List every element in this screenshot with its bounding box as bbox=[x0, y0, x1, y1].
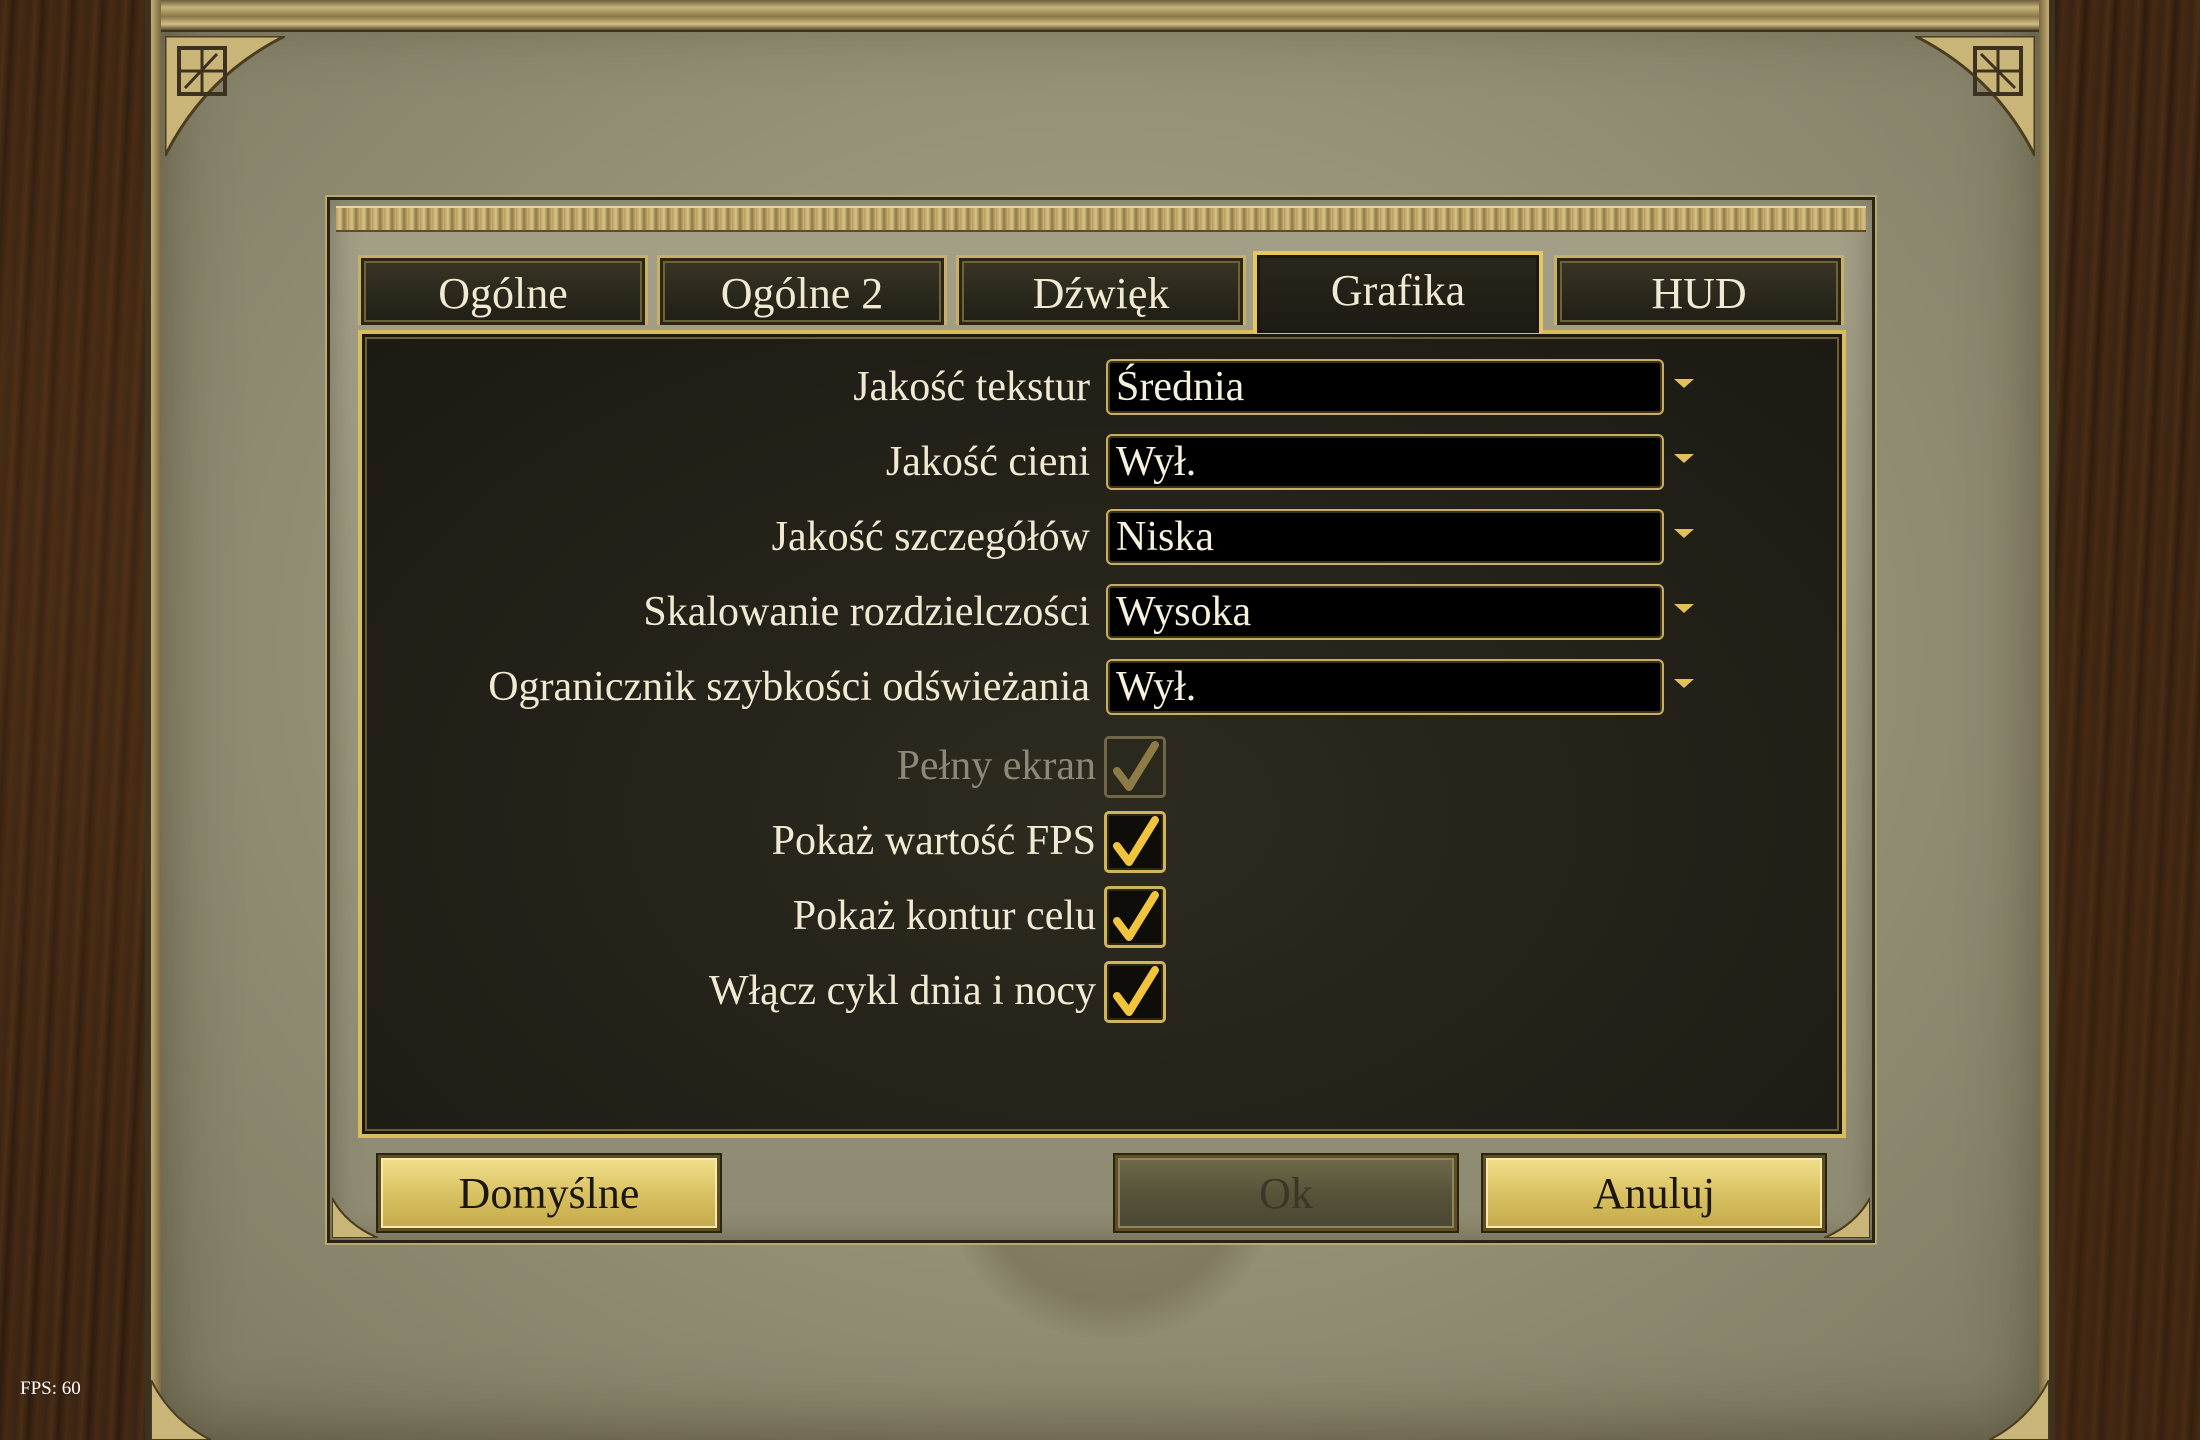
graphics-settings-panel: Jakość tekstur Średnia Jakość cieni Wył.… bbox=[358, 330, 1846, 1138]
checkbox-label: Pokaż kontur celu bbox=[792, 893, 1096, 939]
settings-dialog: Ogólne Ogólne 2 Dźwięk Grafika HUD Jakoś… bbox=[327, 197, 1875, 1243]
board-left-edge bbox=[151, 0, 161, 1440]
board-right-edge bbox=[2039, 0, 2049, 1440]
corner-ornament-icon bbox=[165, 36, 285, 156]
checkmark-icon bbox=[1113, 741, 1159, 791]
ok-button[interactable]: Ok bbox=[1115, 1155, 1457, 1231]
corner-ornament-icon bbox=[1989, 1380, 2049, 1440]
tab-hud[interactable]: HUD bbox=[1554, 255, 1844, 325]
chevron-down-icon[interactable] bbox=[1674, 529, 1694, 538]
setting-label: Ogranicznik szybkości odświeżania bbox=[488, 664, 1090, 710]
setting-row-fullscreen: Pełny ekran bbox=[362, 736, 1842, 798]
setting-label: Jakość tekstur bbox=[853, 364, 1090, 410]
setting-row-day-night-cycle: Włącz cykl dnia i nocy bbox=[362, 961, 1842, 1023]
frame-rate-limiter-dropdown[interactable]: Wył. bbox=[1106, 659, 1664, 715]
setting-label: Jakość szczegółów bbox=[771, 514, 1090, 560]
show-fps-checkbox[interactable] bbox=[1104, 811, 1166, 873]
fps-counter: FPS: 60 bbox=[20, 1378, 81, 1399]
texture-quality-dropdown[interactable]: Średnia bbox=[1106, 359, 1664, 415]
setting-row-target-outline: Pokaż kontur celu bbox=[362, 886, 1842, 948]
corner-ornament-icon bbox=[151, 1380, 211, 1440]
dialog-top-trim bbox=[336, 206, 1866, 232]
setting-label: Skalowanie rozdzielczości bbox=[643, 589, 1090, 635]
checkbox-label: Włącz cykl dnia i nocy bbox=[708, 968, 1096, 1014]
tab-general-2[interactable]: Ogólne 2 bbox=[657, 255, 947, 325]
setting-row-texture-quality: Jakość tekstur Średnia bbox=[362, 357, 1842, 417]
chevron-down-icon[interactable] bbox=[1674, 604, 1694, 613]
chevron-down-icon[interactable] bbox=[1674, 454, 1694, 463]
chevron-down-icon[interactable] bbox=[1674, 679, 1694, 688]
board-top-trim bbox=[151, 0, 2049, 32]
corner-ornament-icon bbox=[1824, 1197, 1870, 1238]
checkbox-label: Pokaż wartość FPS bbox=[771, 818, 1096, 864]
checkmark-icon bbox=[1113, 891, 1159, 941]
target-outline-checkbox[interactable] bbox=[1104, 886, 1166, 948]
checkmark-icon bbox=[1113, 816, 1159, 866]
setting-row-shadow-quality: Jakość cieni Wył. bbox=[362, 432, 1842, 492]
tab-graphics[interactable]: Grafika bbox=[1253, 251, 1543, 333]
fullscreen-checkbox bbox=[1104, 736, 1166, 798]
setting-row-show-fps: Pokaż wartość FPS bbox=[362, 811, 1842, 873]
setting-row-detail-quality: Jakość szczegółów Niska bbox=[362, 507, 1842, 567]
tab-sound[interactable]: Dźwięk bbox=[956, 255, 1246, 325]
setting-row-frame-limiter: Ogranicznik szybkości odświeżania Wył. bbox=[362, 657, 1842, 717]
corner-ornament-icon bbox=[1915, 36, 2035, 156]
detail-quality-dropdown[interactable]: Niska bbox=[1106, 509, 1664, 565]
cancel-button[interactable]: Anuluj bbox=[1483, 1155, 1825, 1231]
checkmark-icon bbox=[1113, 966, 1159, 1016]
tab-general[interactable]: Ogólne bbox=[358, 255, 648, 325]
shadow-quality-dropdown[interactable]: Wył. bbox=[1106, 434, 1664, 490]
defaults-button[interactable]: Domyślne bbox=[378, 1155, 720, 1231]
setting-row-resolution-scaling: Skalowanie rozdzielczości Wysoka bbox=[362, 582, 1842, 642]
resolution-scaling-dropdown[interactable]: Wysoka bbox=[1106, 584, 1664, 640]
corner-ornament-icon bbox=[332, 1197, 378, 1238]
chevron-down-icon[interactable] bbox=[1674, 379, 1694, 388]
settings-tabs: Ogólne Ogólne 2 Dźwięk Grafika HUD bbox=[358, 251, 1846, 333]
setting-label: Jakość cieni bbox=[885, 439, 1090, 485]
checkbox-label: Pełny ekran bbox=[896, 743, 1096, 789]
day-night-cycle-checkbox[interactable] bbox=[1104, 961, 1166, 1023]
